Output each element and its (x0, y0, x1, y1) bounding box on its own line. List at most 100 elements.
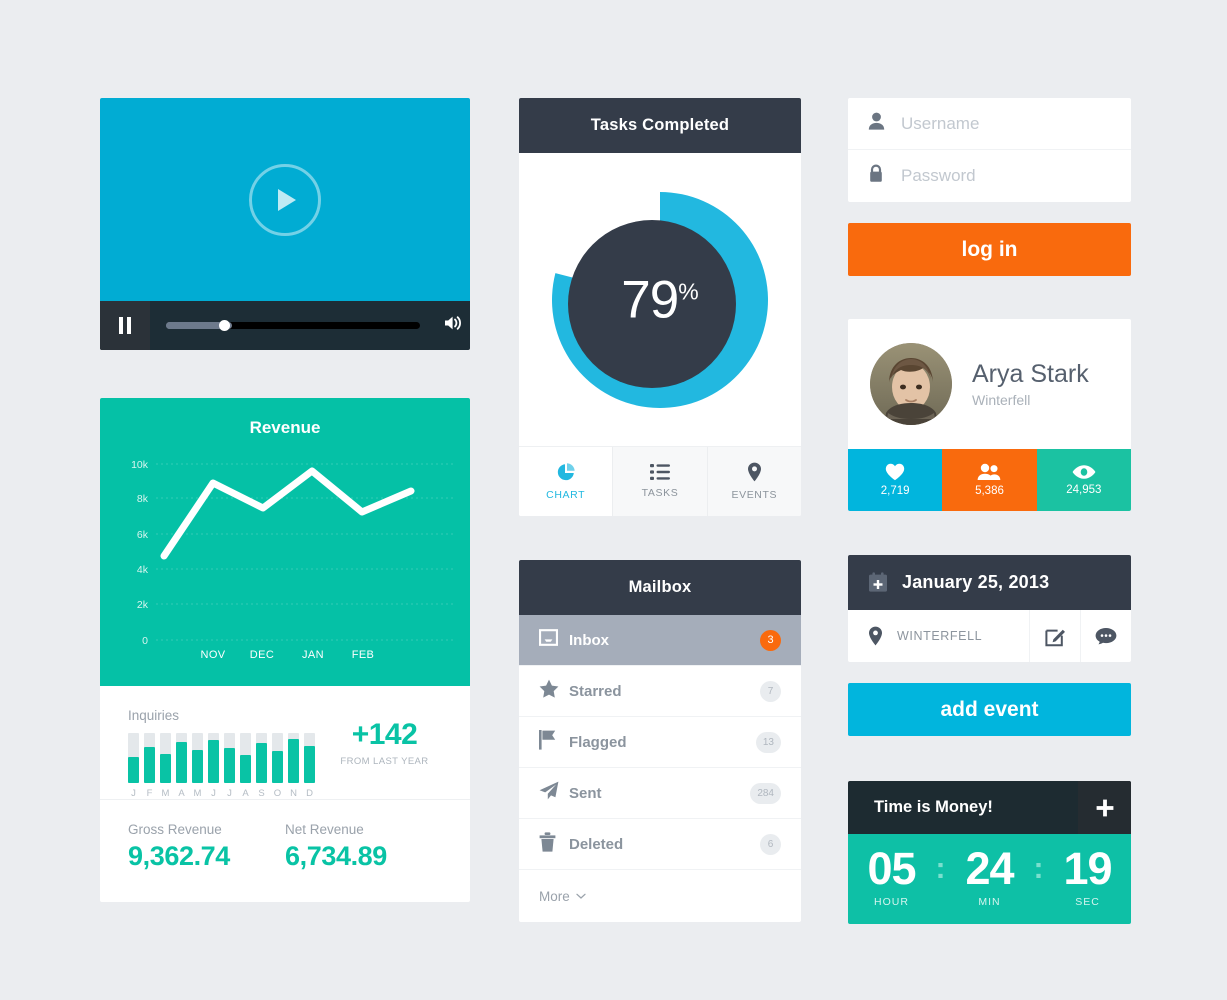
mailbox-title: Mailbox (519, 560, 801, 615)
flag-icon (539, 729, 569, 755)
play-button[interactable] (249, 163, 321, 236)
timer-header: Time is Money! (848, 781, 1131, 834)
net-revenue-cell: Net Revenue 6,734.89 (285, 822, 442, 872)
inquiries-bar-labels: JFMAMJJASOND (128, 788, 442, 799)
map-pin-icon (747, 462, 761, 482)
mailbox-item-sent[interactable]: Sent 284 (519, 768, 801, 819)
svg-text:2k: 2k (137, 599, 149, 611)
inquiries-bar (256, 733, 267, 783)
event-location[interactable]: WINTERFELL (848, 610, 1029, 662)
video-screen[interactable] (100, 98, 470, 301)
svg-text:FEB: FEB (352, 649, 375, 661)
mailbox-item-deleted[interactable]: Deleted 6 (519, 819, 801, 870)
seek-slider[interactable] (166, 320, 420, 331)
inquiries-bar (208, 733, 219, 783)
inquiries-bar (144, 733, 155, 783)
mailbox-more-label: More (539, 888, 570, 904)
timer-separator-1: : (935, 852, 946, 885)
inquiries-section: Inquiries JFMAMJJASOND +142 FROM LAST YE… (100, 686, 470, 799)
column-middle: Tasks Completed 79% CHART TASKS EVENTS M… (519, 98, 801, 922)
username-input[interactable] (901, 113, 1122, 134)
inquiries-bar-label: F (146, 788, 153, 799)
mailbox-more-button[interactable]: More (519, 870, 801, 922)
tab-chart-label: CHART (546, 489, 586, 501)
stat-views[interactable]: 24,953 (1036, 449, 1131, 511)
password-input[interactable] (901, 166, 1122, 186)
stat-followers[interactable]: 5,386 (942, 449, 1037, 511)
inquiries-bar (240, 733, 251, 783)
mailbox-item-label: Inbox (569, 631, 609, 649)
event-edit-button[interactable] (1029, 610, 1080, 662)
eye-icon (1072, 465, 1096, 479)
video-player-card (100, 98, 470, 350)
add-event-button[interactable]: add event (848, 683, 1131, 736)
trash-icon (539, 831, 569, 857)
timer-min-value: 24 (965, 843, 1014, 894)
svg-text:4k: 4k (137, 564, 149, 576)
mailbox-item-badge: 13 (755, 731, 781, 753)
tab-chart[interactable]: CHART (519, 447, 614, 516)
volume-icon[interactable] (436, 314, 470, 337)
event-location-label: WINTERFELL (897, 629, 983, 643)
mailbox-item-badge: 6 (760, 833, 781, 855)
inquiries-delta: +142 (351, 718, 418, 751)
plus-icon (1096, 799, 1113, 816)
revenue-chart-panel: Revenue 10k 8k 6k 4k 2k 0 NOV DEC JAN FE… (100, 398, 470, 686)
inbox-icon (538, 629, 569, 651)
svg-text:DEC: DEC (250, 649, 274, 661)
revenue-title: Revenue (249, 418, 321, 437)
tasks-donut-panel: 79% (519, 153, 801, 446)
revenue-card: Revenue 10k 8k 6k 4k 2k 0 NOV DEC JAN FE… (100, 398, 470, 902)
video-controls (100, 301, 470, 350)
inquiries-bar-label: O (273, 788, 282, 799)
heart-icon (885, 463, 905, 481)
mailbox-item-flagged[interactable]: Flagged 13 (519, 717, 801, 768)
inquiries-bar (192, 733, 203, 783)
inquiries-bar-label: M (161, 788, 170, 799)
event-date: January 25, 2013 (902, 572, 1050, 592)
svg-text:0: 0 (142, 635, 148, 647)
inquiries-bar (272, 733, 283, 783)
comment-icon (1095, 627, 1117, 644)
pause-button[interactable] (100, 301, 150, 350)
inquiries-bar-label: D (306, 788, 313, 799)
profile-meta: Arya Stark Winterfell (972, 360, 1089, 408)
gross-revenue-cell: Gross Revenue 9,362.74 (128, 822, 285, 872)
tasks-tab-bar: CHART TASKS EVENTS (519, 446, 801, 516)
event-comment-button[interactable] (1080, 610, 1131, 662)
tab-tasks[interactable]: TASKS (613, 447, 708, 516)
mailbox-item-starred[interactable]: Starred 7 (519, 666, 801, 717)
column-left: Revenue 10k 8k 6k 4k 2k 0 NOV DEC JAN FE… (100, 98, 470, 902)
tab-events[interactable]: EVENTS (707, 447, 801, 516)
inquiries-bar-label: J (211, 788, 216, 799)
timer-separator-2: : (1033, 852, 1044, 885)
inquiries-bar-label: A (242, 788, 249, 799)
login-button[interactable]: log in (848, 223, 1131, 276)
inquiries-bar (128, 733, 139, 783)
pause-icon-bar-right (127, 317, 131, 334)
gross-revenue-label: Gross Revenue (128, 822, 222, 837)
seek-knob[interactable] (219, 320, 231, 331)
revenue-line-chart: 10k 8k 6k 4k 2k 0 NOV DEC JAN FEB (131, 459, 454, 661)
timer-card: Time is Money! 05 HOUR : 24 MIN: 19 SEC (848, 781, 1131, 924)
seek-fill (166, 322, 225, 329)
profile-location: Winterfell (972, 392, 1031, 408)
stat-followers-value: 5,386 (975, 485, 1004, 497)
column-right: log in (848, 98, 1131, 924)
map-pin-icon (869, 626, 882, 646)
mailbox-item-inbox[interactable]: Inbox 3 (519, 615, 801, 666)
tasks-donut-label: 79% (621, 269, 698, 330)
timer-add-button[interactable] (1078, 781, 1131, 834)
dashboard-page: Revenue 10k 8k 6k 4k 2k 0 NOV DEC JAN FE… (0, 0, 1227, 1000)
svg-text:JAN: JAN (302, 649, 324, 661)
timer-hour: 05 HOUR (850, 846, 934, 908)
mailbox-item-badge: 7 (760, 680, 781, 702)
tab-tasks-label: TASKS (641, 487, 679, 499)
stat-likes[interactable]: 2,719 (848, 449, 943, 511)
inquiries-bar (304, 733, 315, 783)
inquiries-bar (288, 733, 299, 783)
profile-card: Arya Stark Winterfell 2,719 5,386 24,953 (848, 319, 1131, 511)
stat-views-value: 24,953 (1066, 484, 1102, 496)
tasks-percent-symbol: % (678, 278, 699, 304)
mailbox-item-badge: 3 (760, 629, 781, 651)
